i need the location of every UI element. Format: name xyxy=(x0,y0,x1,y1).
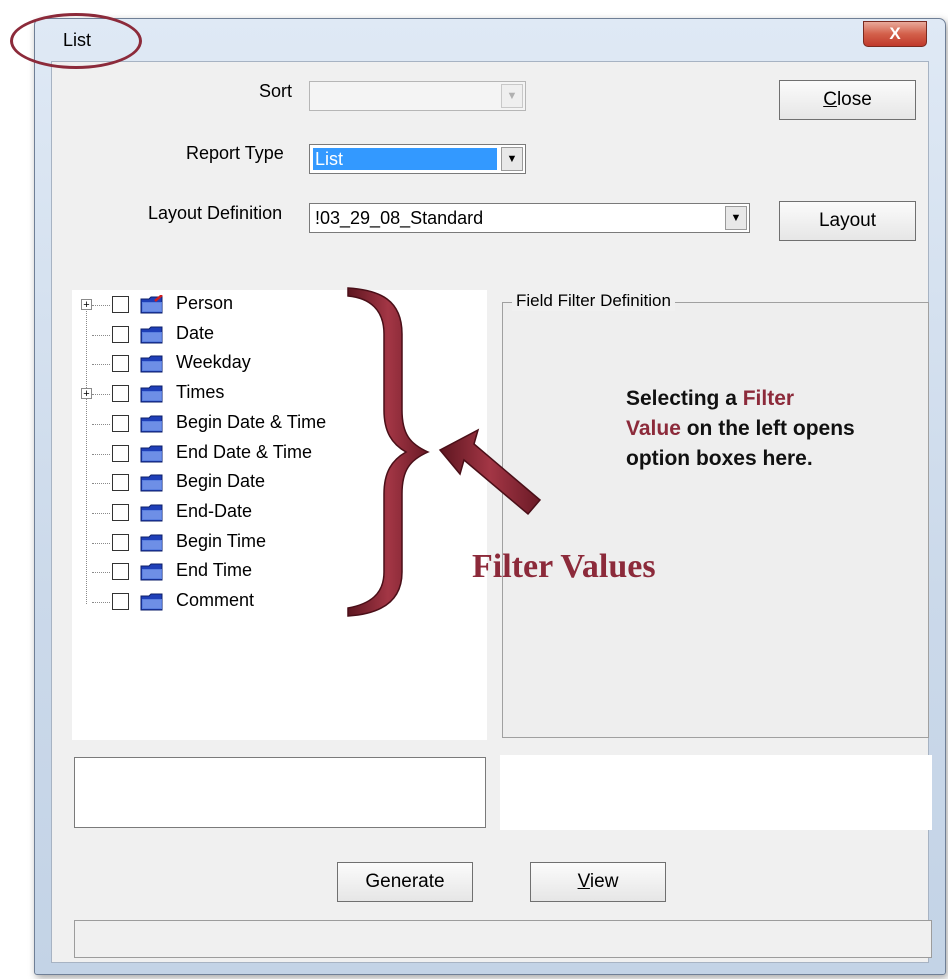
tree-item-label: Begin Time xyxy=(176,530,267,551)
folder-icon xyxy=(140,355,163,373)
tree-item-label: Weekday xyxy=(176,352,251,373)
tree-item-checkbox[interactable] xyxy=(112,593,129,610)
tree-connector xyxy=(92,542,110,544)
folder-icon xyxy=(140,326,163,344)
layout-definition-value: !03_29_08_Standard xyxy=(315,208,484,228)
tree-item-checkbox[interactable] xyxy=(112,325,129,343)
filter-values-annotation: Filter Values xyxy=(472,548,656,585)
filter-instruction-note: Selecting a Filter Value on the left open… xyxy=(626,384,886,474)
tree-item-checkbox[interactable] xyxy=(112,474,129,492)
tree-item-checkbox[interactable] xyxy=(112,414,129,432)
note-highlight-filter: Filter xyxy=(742,387,795,410)
chevron-down-icon: ▼ xyxy=(725,206,747,230)
description-textbox[interactable] xyxy=(74,757,486,828)
window-close-button[interactable]: X xyxy=(863,21,927,47)
tree-item-checkbox[interactable] xyxy=(112,563,129,581)
folder-icon xyxy=(140,534,163,552)
note-text-1: Selecting a xyxy=(626,387,743,410)
view-button-rest: iew xyxy=(589,871,619,892)
view-button-mnemonic: V xyxy=(577,871,590,892)
expand-icon[interactable]: + xyxy=(81,388,92,400)
tree-item-checkbox[interactable] xyxy=(112,503,129,521)
tree-item-checkbox[interactable] xyxy=(112,355,129,373)
folder-icon xyxy=(140,593,163,611)
tree-item-label: Times xyxy=(176,382,225,403)
tree-item-label: End-Date xyxy=(176,500,253,521)
close-button-mnemonic: C xyxy=(823,89,837,110)
note-highlight-value: Value xyxy=(626,417,681,440)
tree-item-label: Begin Date & Time xyxy=(176,411,327,432)
expand-icon[interactable]: + xyxy=(81,299,92,311)
tree-connector xyxy=(92,572,110,574)
folder-icon xyxy=(140,445,163,462)
status-bar xyxy=(74,920,932,958)
tree-connector xyxy=(92,364,110,366)
tree-item-checkbox[interactable] xyxy=(112,296,129,313)
sort-dropdown[interactable]: ▼ xyxy=(309,81,526,111)
folder-person-icon xyxy=(140,295,163,314)
folder-icon xyxy=(140,563,163,581)
tree-connector xyxy=(92,394,110,396)
report-type-value: List xyxy=(313,148,497,170)
view-button[interactable]: View xyxy=(530,862,666,902)
generate-button[interactable]: Generate xyxy=(337,862,473,902)
tree-connector xyxy=(92,423,110,425)
tree-connector xyxy=(92,483,110,485)
folder-icon xyxy=(140,474,163,492)
title-highlight-annotation xyxy=(10,13,142,69)
tree-connector xyxy=(92,305,110,306)
tree-item-label: Begin Date xyxy=(176,471,266,492)
layout-button[interactable]: Layout xyxy=(779,201,916,241)
close-button-rest: lose xyxy=(836,89,872,110)
chevron-down-icon: ▼ xyxy=(501,147,523,171)
tree-item-label: Date xyxy=(176,322,215,343)
sort-label: Sort xyxy=(259,81,293,101)
tree-connector xyxy=(92,512,110,514)
chevron-down-icon: ▼ xyxy=(501,84,523,108)
tree-item-checkbox[interactable] xyxy=(112,385,129,403)
folder-icon xyxy=(140,415,163,433)
layout-definition-label: Layout Definition xyxy=(148,203,283,223)
layout-definition-dropdown[interactable]: !03_29_08_Standard ▼ xyxy=(309,203,750,233)
tree-connector xyxy=(92,453,110,455)
filter-summary-area xyxy=(500,755,932,830)
close-button[interactable]: Close xyxy=(779,80,916,120)
tree-item-label: End Date & Time xyxy=(176,441,313,462)
folder-icon xyxy=(140,385,163,403)
tree-item-label: Comment xyxy=(176,590,255,610)
tree-connector xyxy=(92,602,110,603)
tree-item-checkbox[interactable] xyxy=(112,533,129,551)
tree-item-label: Person xyxy=(176,293,234,313)
report-type-dropdown[interactable]: List ▼ xyxy=(309,144,526,174)
report-type-label: Report Type xyxy=(186,143,284,163)
folder-icon xyxy=(140,504,163,522)
title-bar[interactable]: List X xyxy=(35,19,945,61)
curly-brace-shape xyxy=(347,287,430,617)
arrow-shape xyxy=(438,428,542,516)
tree-item-checkbox[interactable] xyxy=(112,444,129,462)
tree-item-label: End Time xyxy=(176,560,253,581)
tree-connector xyxy=(92,334,110,336)
